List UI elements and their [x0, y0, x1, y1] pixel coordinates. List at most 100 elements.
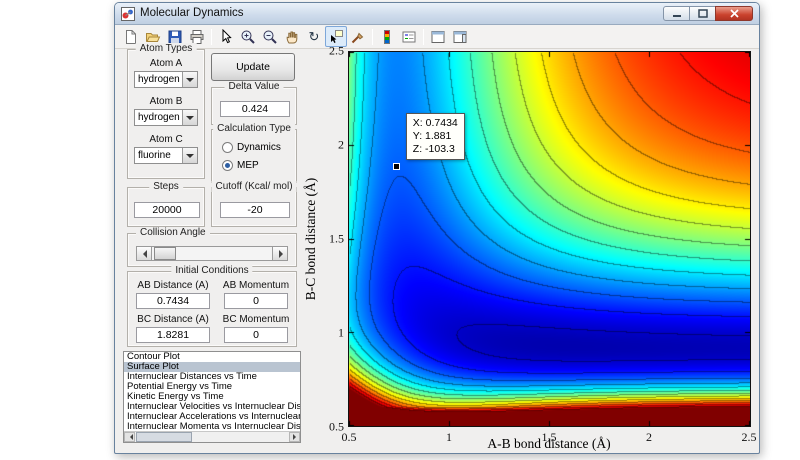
right-arrow-icon [279, 250, 287, 258]
title-bar[interactable]: Molecular Dynamics [115, 3, 759, 25]
list-item[interactable]: Kinetic Energy vs Time [124, 392, 300, 402]
mep-radio-label: MEP [237, 160, 259, 171]
edit-plot-button[interactable] [215, 26, 237, 47]
ab-momentum-label: AB Momentum [220, 280, 292, 291]
bc-distance-input[interactable] [136, 327, 210, 343]
atom-c-select[interactable]: fluorine [134, 147, 198, 164]
insert-colorbar-button[interactable] [376, 26, 398, 47]
bc-distance-label: BC Distance (A) [134, 314, 212, 325]
hide-plot-tools-button[interactable] [427, 26, 449, 47]
chevron-down-icon[interactable] [182, 110, 197, 125]
list-item[interactable]: Internuclear Velocities vs Internuclear … [124, 402, 300, 412]
horizontal-scrollbar[interactable] [124, 431, 300, 442]
rotate-icon: ↻ [309, 30, 320, 43]
minimize-button[interactable] [663, 6, 690, 21]
x-tick-label: 2.5 [742, 430, 757, 445]
bc-momentum-input[interactable] [224, 327, 288, 343]
chevron-down-icon[interactable] [182, 72, 197, 87]
plot-tools-on-icon [452, 29, 468, 45]
steps-title: Steps [149, 181, 183, 192]
scrollbar-thumb[interactable] [136, 432, 192, 442]
minimize-icon [672, 9, 682, 18]
x-tick-label: 1.5 [542, 430, 557, 445]
toolbar-separator [211, 29, 212, 45]
atom-c-label: Atom C [128, 134, 204, 145]
atom-b-value: hydrogen [138, 110, 181, 126]
right-arrow-icon [293, 434, 299, 440]
y-tick-label: 2.5 [316, 44, 344, 59]
cutoff-input[interactable] [220, 202, 290, 218]
slider-right-arrow[interactable] [272, 247, 287, 260]
update-button[interactable]: Update [211, 53, 295, 81]
scroll-right-button[interactable] [289, 432, 300, 442]
list-item[interactable]: Internuclear Distances vs Time [124, 372, 300, 382]
x-tick-label: 0.5 [342, 430, 357, 445]
datatip-z: Z: -103.3 [413, 143, 458, 156]
steps-panel: Steps [127, 187, 205, 227]
atom-a-select[interactable]: hydrogen [134, 71, 198, 88]
pan-button[interactable] [281, 26, 303, 47]
plot-axes[interactable]: X: 0.7434 Y: 1.881 Z: -103.3 [348, 51, 751, 427]
collision-angle-slider[interactable] [136, 246, 288, 261]
collision-angle-panel: Collision Angle [127, 233, 297, 267]
plot-tools-off-icon [430, 29, 446, 45]
list-item[interactable]: Internuclear Accelerations vs Internucle… [124, 412, 300, 422]
window-icon [121, 7, 135, 21]
y-tick-label: 1.5 [316, 232, 344, 247]
close-button[interactable] [715, 6, 753, 21]
delta-value-input[interactable] [220, 101, 290, 117]
atom-c-value: fluorine [138, 148, 181, 164]
calculation-type-panel: Calculation Type Dynamics MEP [211, 129, 297, 183]
datatip-x: X: 0.7434 [413, 117, 458, 130]
datatip-box[interactable]: X: 0.7434 Y: 1.881 Z: -103.3 [406, 113, 465, 160]
legend-icon [401, 29, 417, 45]
datatip-marker[interactable] [393, 163, 400, 170]
list-item[interactable]: Potential Energy vs Time [124, 382, 300, 392]
atom-b-select[interactable]: hydrogen [134, 109, 198, 126]
plot-type-listbox[interactable]: Contour Plot Surface Plot Internuclear D… [123, 351, 301, 443]
zoom-in-button[interactable] [237, 26, 259, 47]
atom-b-label: Atom B [128, 96, 204, 107]
zoom-out-icon [262, 29, 278, 45]
slider-thumb[interactable] [154, 247, 176, 260]
left-arrow-icon [139, 250, 147, 258]
atom-a-label: Atom A [128, 58, 204, 69]
insert-legend-button[interactable] [398, 26, 420, 47]
left-arrow-icon [127, 434, 133, 440]
atom-types-title: Atom Types [136, 43, 197, 54]
app-window: Molecular Dynamics [114, 2, 760, 454]
ab-momentum-input[interactable] [224, 293, 288, 309]
mep-radio[interactable] [222, 160, 233, 171]
ab-distance-input[interactable] [136, 293, 210, 309]
y-tick-label: 1 [316, 326, 344, 341]
slider-left-arrow[interactable] [137, 247, 152, 260]
cutoff-title: Cutoff (Kcal/ mol) [211, 181, 296, 192]
chevron-down-icon[interactable] [182, 148, 197, 163]
list-item[interactable]: Contour Plot [124, 352, 300, 362]
pes-canvas[interactable] [349, 52, 750, 426]
steps-input[interactable] [134, 202, 200, 218]
data-cursor-icon [328, 29, 344, 45]
hand-icon [284, 29, 300, 45]
atom-types-panel: Atom Types Atom A hydrogen Atom B hydrog… [127, 49, 205, 179]
initial-conditions-title: Initial Conditions [171, 265, 252, 276]
dynamics-radio[interactable] [222, 142, 233, 153]
ab-distance-label: AB Distance (A) [134, 280, 212, 291]
toolbar-separator [423, 29, 424, 45]
zoom-out-button[interactable] [259, 26, 281, 47]
list-item-selected[interactable]: Surface Plot [124, 362, 300, 372]
y-tick-label: 2 [316, 138, 344, 153]
brush-data-button[interactable] [347, 26, 369, 47]
window-title: Molecular Dynamics [140, 7, 244, 19]
toolbar-separator [372, 29, 373, 45]
scroll-left-button[interactable] [124, 432, 135, 442]
delta-value-title: Delta Value [225, 81, 284, 92]
x-tick-label: 1 [446, 430, 452, 445]
show-plot-tools-button[interactable] [449, 26, 471, 47]
calculation-type-title: Calculation Type [213, 123, 295, 134]
y-tick-label: 0.5 [316, 420, 344, 435]
maximize-button[interactable] [689, 6, 716, 21]
brush-icon [350, 29, 366, 45]
datatip-y: Y: 1.881 [413, 130, 458, 143]
close-icon [730, 9, 739, 18]
